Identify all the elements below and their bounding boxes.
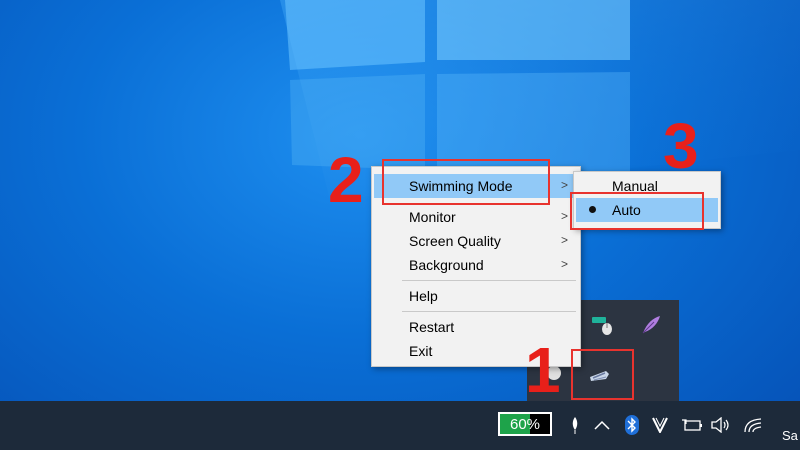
chevron-up-icon[interactable]: [592, 414, 612, 436]
feather-tray-icon[interactable]: [638, 312, 664, 338]
menu-item-label: Monitor: [409, 209, 456, 225]
annotation-box-2: [382, 159, 550, 205]
menu-item-label: Background: [409, 257, 484, 273]
chevron-right-icon: >: [560, 209, 568, 223]
mouse-app-tray-icon[interactable]: [589, 312, 615, 338]
menu-item-help[interactable]: Help: [374, 284, 578, 308]
menu-item-label: Restart: [409, 319, 455, 335]
chevron-right-icon: >: [560, 257, 568, 271]
menu-item-label: Help: [409, 288, 438, 304]
annotation-number-3: 3: [663, 110, 699, 182]
power-battery-icon[interactable]: [680, 414, 704, 436]
menu-item-monitor[interactable]: Monitor >: [374, 205, 578, 229]
wifi-icon[interactable]: [742, 414, 764, 436]
chevron-right-icon: >: [560, 233, 568, 247]
menu-item-screen-quality[interactable]: Screen Quality >: [374, 229, 578, 253]
annotation-number-2: 2: [328, 144, 364, 216]
menu-item-label: Exit: [409, 343, 433, 359]
volume-icon[interactable]: [710, 414, 732, 436]
menu-item-label: Screen Quality: [409, 233, 501, 249]
pen-icon[interactable]: [568, 414, 582, 436]
menu-item-background[interactable]: Background >: [374, 253, 578, 277]
taskbar-clock[interactable]: Sa: [782, 428, 798, 443]
menu-divider: [402, 311, 576, 312]
annotation-box-1: [571, 349, 634, 400]
annotation-box-3: [570, 192, 704, 230]
annotation-number-1: 1: [525, 334, 561, 406]
bluetooth-icon[interactable]: [622, 414, 642, 436]
battery-percent: 60%: [509, 415, 541, 433]
v-app-icon[interactable]: [650, 414, 670, 436]
chevron-right-icon: >: [560, 178, 568, 192]
battery-indicator[interactable]: 60%: [498, 412, 552, 436]
menu-divider: [402, 280, 576, 281]
